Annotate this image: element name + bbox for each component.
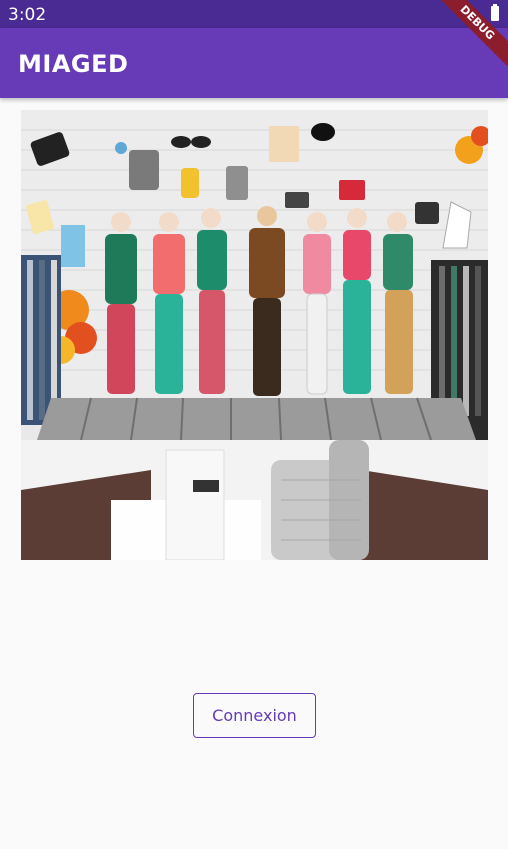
fashion-store-illustration	[21, 110, 488, 560]
hero-image	[21, 110, 488, 560]
debug-label: DEBUG	[438, 0, 508, 70]
login-button[interactable]: Connexion	[193, 693, 316, 738]
app-title: MIAGED	[18, 50, 129, 78]
debug-banner: DEBUG	[438, 0, 508, 70]
status-time: 3:02	[8, 5, 47, 25]
status-bar: 3:02	[0, 0, 508, 28]
app-bar: MIAGED	[0, 28, 508, 98]
